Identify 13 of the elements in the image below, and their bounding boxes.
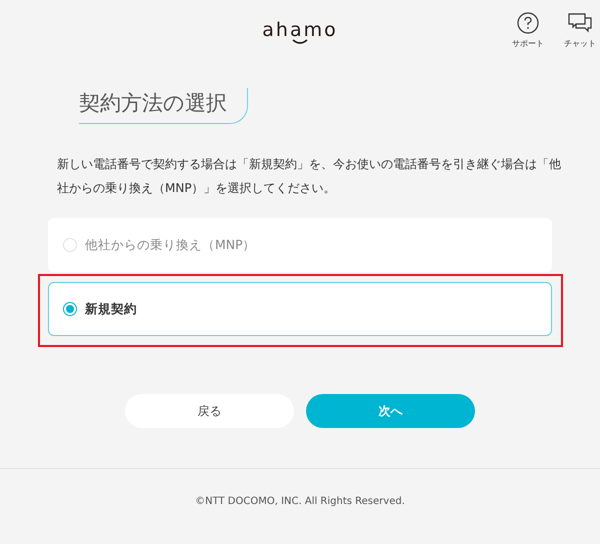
copyright-text: ©NTT DOCOMO, INC. All Rights Reserved. <box>195 495 405 508</box>
chat-button[interactable]: チャット <box>558 12 600 50</box>
support-button[interactable]: サポート <box>506 12 550 50</box>
back-button[interactable]: 戻る <box>125 394 294 428</box>
logo-text: ahamo <box>262 20 338 40</box>
chat-icon <box>568 12 592 34</box>
radio-option[interactable]: 新規契約 <box>48 282 552 336</box>
radio-option[interactable]: 他社からの乗り換え（MNP） <box>48 218 552 272</box>
help-icon <box>517 12 539 34</box>
radio-button[interactable] <box>63 302 77 316</box>
instruction-text: 新しい電話番号で契約する場合は「新規契約」を、今お使いの電話番号を引き継ぐ場合は「他社からの乗り換え（MNP）」を選択してください。 <box>57 156 562 197</box>
page-title: 契約方法の選択 <box>79 88 248 124</box>
smile-icon <box>292 38 308 44</box>
